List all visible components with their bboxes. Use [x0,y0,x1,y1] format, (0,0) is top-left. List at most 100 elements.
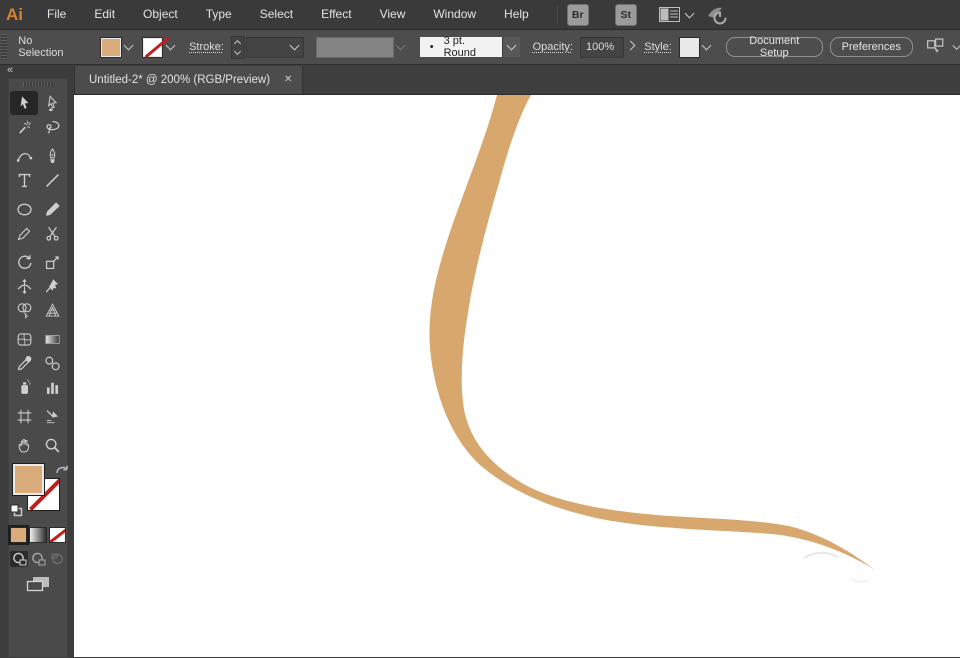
illustrator-logo: Ai [0,5,33,25]
menu-edit[interactable]: Edit [80,0,129,29]
artboard-tool[interactable] [10,404,38,428]
width-tool[interactable] [10,274,38,298]
curvature-tool[interactable] [10,144,38,168]
color-button[interactable] [10,527,27,543]
menu-window[interactable]: Window [419,0,490,29]
bridge-button[interactable]: Br [567,4,589,26]
shape-builder-icon [15,301,34,320]
column-graph-tool[interactable] [38,375,66,399]
draw-behind-button[interactable] [29,551,47,567]
stroke-weight-stepper[interactable] [231,36,245,59]
none-button[interactable] [49,527,66,543]
scale-icon [43,253,62,272]
fill-color-dropdown[interactable] [122,38,135,57]
chevron-right-icon [626,41,636,51]
lasso-icon [43,118,62,137]
screen-mode-button[interactable] [10,575,66,593]
stroke-color-swatch[interactable] [142,37,163,58]
scale-tool[interactable] [38,250,66,274]
opacity-dropdown[interactable] [624,38,637,57]
document-area: Untitled-2* @ 200% (RGB/Preview) ✕ [74,65,960,657]
gpu-power-icon[interactable] [702,4,730,26]
symbol-sprayer-tool[interactable] [10,375,38,399]
direct-selection-tool[interactable] [38,91,66,115]
artboard-icon [15,407,34,426]
style-swatch[interactable] [679,37,700,58]
menu-type[interactable]: Type [192,0,246,29]
hand-tool[interactable] [10,433,38,457]
brush-definition-dropdown[interactable] [502,37,520,57]
panel-collapse-button[interactable]: « [0,65,74,78]
eyedropper-tool[interactable] [10,351,38,375]
style-dropdown[interactable] [700,38,713,57]
chevron-down-icon [289,41,299,51]
pencil-tool[interactable] [10,221,38,245]
document-setup-button[interactable]: Document Setup [726,37,823,57]
gradient-tool[interactable] [38,327,66,351]
eyedropper-icon [15,354,34,373]
width-profile-dropdown[interactable] [394,38,407,57]
toolbar-fill-swatch[interactable] [12,463,45,496]
scissors-tool[interactable] [38,221,66,245]
opacity-panel-link[interactable]: Opacity: [533,41,573,53]
magic-wand-tool[interactable] [10,115,38,139]
artboard-canvas[interactable] [74,95,960,657]
type-icon [15,171,34,190]
ellipse-tool[interactable] [10,197,38,221]
brush-definition-combo[interactable]: • 3 pt. Round [420,37,503,57]
draw-inside-button[interactable] [48,551,66,567]
line-segment-tool[interactable] [38,168,66,192]
swap-fill-stroke-icon[interactable] [55,463,69,476]
column-graph-icon [43,378,62,397]
mesh-tool[interactable] [10,327,38,351]
selection-icon [15,94,34,113]
select-similar-icon[interactable] [925,37,946,57]
menu-bar: Ai FileEditObjectTypeSelectEffectViewWin… [0,0,960,30]
pen-tool[interactable] [38,144,66,168]
blend-tool[interactable] [38,351,66,375]
opacity-field[interactable]: 100% [580,37,624,58]
selection-status: No Selection [18,35,73,59]
stock-button[interactable]: St [615,4,637,26]
draw-normal-button[interactable] [10,551,28,567]
tab-close-icon[interactable]: ✕ [284,75,292,85]
selection-tool[interactable] [10,91,38,115]
puppet-warp-tool[interactable] [38,274,66,298]
stroke-panel-link[interactable]: Stroke: [189,41,224,53]
fill-color-swatch[interactable] [100,37,121,58]
blend-icon [43,354,62,373]
control-panel-menu-icon[interactable] [952,41,960,50]
menu-object[interactable]: Object [129,0,192,29]
gradient-button[interactable] [29,527,46,543]
preferences-button[interactable]: Preferences [830,37,913,57]
scissors-icon [43,224,62,243]
default-fill-stroke-icon[interactable] [10,504,23,517]
document-tab[interactable]: Untitled-2* @ 200% (RGB/Preview) ✕ [74,66,303,94]
style-panel-link[interactable]: Style: [644,41,672,53]
lasso-tool[interactable] [38,115,66,139]
type-tool[interactable] [10,168,38,192]
menu-select[interactable]: Select [246,0,307,29]
menu-help[interactable]: Help [490,0,543,29]
zoom-tool[interactable] [38,433,66,457]
perspective-grid-tool[interactable] [38,298,66,322]
brush-stroke-path[interactable] [429,95,875,570]
paintbrush-tool[interactable] [38,197,66,221]
menu-view[interactable]: View [366,0,420,29]
symbol-sprayer-icon [15,378,34,397]
slice-tool[interactable] [38,404,66,428]
rotate-tool[interactable] [10,250,38,274]
menubar-right-group: Br St [557,4,730,26]
main-area: « [0,65,960,657]
control-bar-grip[interactable] [1,34,7,60]
menu-file[interactable]: File [33,0,80,29]
menu-effect[interactable]: Effect [307,0,365,29]
tools-panel-grip[interactable] [9,79,67,89]
shape-builder-tool[interactable] [10,298,38,322]
width-icon [15,277,34,296]
workspace-switcher[interactable] [659,7,693,22]
stroke-weight-field[interactable] [246,37,304,58]
line-segment-icon [43,171,62,190]
variable-width-profile[interactable] [316,37,394,58]
brush-bullet: • [430,41,434,53]
